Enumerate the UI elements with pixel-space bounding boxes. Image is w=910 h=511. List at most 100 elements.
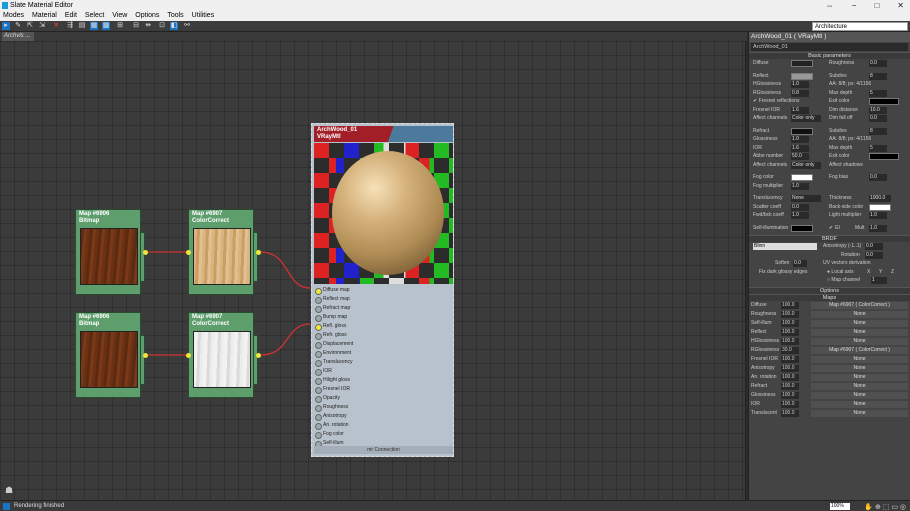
menu-select[interactable]: Select	[85, 12, 104, 19]
map-amount-spinner[interactable]: 100.0	[781, 364, 799, 372]
map-button[interactable]: None	[811, 337, 908, 345]
map-amount-spinner[interactable]: 100.0	[781, 409, 799, 417]
rollout-maps[interactable]: Maps	[749, 293, 910, 301]
refract-subdivs-spinner[interactable]: 8	[869, 127, 887, 135]
slot-an-rotation[interactable]: An. rotation	[314, 421, 453, 430]
material-node-header[interactable]: ArchWood_01 VRayMtl	[314, 126, 453, 142]
subdivs-spinner[interactable]: 8	[869, 72, 887, 80]
map-amount-spinner[interactable]: 100.0	[781, 391, 799, 399]
map-channel-spinner[interactable]: 1	[871, 277, 887, 284]
node-bitmap-2[interactable]: Map #6906 Bitmap	[75, 312, 148, 398]
node-output-tab[interactable]	[140, 335, 145, 385]
maxdepth-spinner[interactable]: 5	[869, 89, 887, 97]
refract-exit-color-swatch[interactable]	[869, 153, 899, 160]
map-amount-spinner[interactable]: 100.0	[781, 400, 799, 408]
scatter-spinner[interactable]: 0.0	[791, 203, 809, 211]
refract-maxdepth-spinner[interactable]: 5	[869, 144, 887, 152]
pin-icon[interactable]: ⇔	[826, 0, 834, 11]
map-button[interactable]: None	[811, 355, 908, 363]
slot-refl-gloss[interactable]: Refl. gloss	[314, 322, 453, 331]
put-to-scene-icon[interactable]: ⇱	[26, 22, 34, 30]
input-port[interactable]	[186, 353, 191, 358]
soften-spinner[interactable]: 0.0	[793, 260, 807, 267]
slot-refract-map[interactable]: Refract map	[314, 304, 453, 313]
slot-translucency[interactable]: Translucency	[314, 358, 453, 367]
node-canvas[interactable]: Map #6906 Bitmap Map #6907 ColorCorrect Ma…	[0, 41, 746, 500]
slot-refr-gloss[interactable]: Refr. gloss	[314, 331, 453, 340]
ior-spinner[interactable]: 1.6	[791, 144, 809, 152]
select-tool-icon[interactable]: ▸	[2, 22, 10, 30]
abbe-spinner[interactable]: 50.0	[791, 153, 809, 160]
zoom-field[interactable]: 100%	[830, 503, 850, 510]
affect-channels-dropdown[interactable]: Color only	[791, 115, 821, 122]
menu-material[interactable]: Material	[32, 12, 57, 19]
rollout-brdf[interactable]: BRDF	[749, 235, 910, 242]
brdf-type-dropdown[interactable]: Blinn	[753, 243, 817, 250]
map-amount-spinner[interactable]: 100.0	[781, 319, 799, 327]
navigator-icon[interactable]: ☗	[5, 485, 13, 496]
refract-affect-channels-dropdown[interactable]: Color only	[791, 161, 821, 169]
map-button[interactable]: None	[811, 328, 908, 336]
node-output-tab[interactable]	[140, 232, 145, 282]
map-button[interactable]: None	[811, 364, 908, 372]
slot-diffuse-map[interactable]: Diffuse map	[314, 286, 453, 295]
rollout-options[interactable]: Options	[749, 286, 910, 294]
node-output-tab[interactable]	[253, 232, 258, 282]
refract-swatch[interactable]	[791, 127, 813, 135]
slot-ior[interactable]: IOR	[314, 367, 453, 376]
map-amount-spinner[interactable]: 100.0	[781, 337, 799, 345]
slot-fog-color[interactable]: Fog color	[314, 430, 453, 439]
map-amount-spinner[interactable]: 100.0	[781, 373, 799, 381]
show-map-icon[interactable]: ▦	[90, 22, 98, 30]
diffuse-swatch[interactable]	[791, 60, 813, 67]
input-port[interactable]	[186, 250, 191, 255]
slot-reflect-map[interactable]: Reflect map	[314, 295, 453, 304]
mult-spinner[interactable]: 1.0	[869, 224, 887, 232]
map-button[interactable]: None	[811, 400, 908, 408]
output-port[interactable]	[143, 250, 148, 255]
hide-unused-icon[interactable]: ▤	[78, 22, 86, 30]
map-amount-spinner[interactable]: 30.0	[781, 346, 799, 354]
affect-shadows-checkbox[interactable]: Affect shadows	[829, 161, 863, 170]
slot-bump-map[interactable]: Bump map	[314, 313, 453, 322]
layout-all-icon[interactable]: ⊞	[116, 22, 124, 30]
layout-children-icon[interactable]: ⊟	[132, 22, 140, 30]
slot-anisotropy[interactable]: Anisotropy	[314, 412, 453, 421]
pick-material-icon[interactable]: ✎	[14, 22, 22, 30]
menu-edit[interactable]: Edit	[65, 12, 77, 19]
self-illum-swatch[interactable]	[791, 224, 813, 232]
map-amount-spinner[interactable]: 100.0	[781, 328, 799, 336]
tab-archvis[interactable]: Archvis ...	[2, 32, 34, 41]
slot-hilight-gloss[interactable]: Hilight gloss	[314, 376, 453, 385]
output-port[interactable]	[256, 250, 261, 255]
maximize-button[interactable]: □	[874, 0, 879, 11]
translucency-dropdown[interactable]: None	[791, 195, 821, 202]
map-button[interactable]: None	[811, 382, 908, 390]
roughness-spinner[interactable]: 0.0	[869, 60, 887, 67]
fog-bias-spinner[interactable]: 0.0	[869, 174, 887, 181]
show-background-icon[interactable]: ▩	[102, 22, 110, 30]
slot-environment[interactable]: Environment	[314, 349, 453, 358]
fog-multiplier-spinner[interactable]: 1.0	[791, 182, 809, 190]
map-button[interactable]: None	[811, 373, 908, 381]
axis-y-button[interactable]: Y	[879, 268, 882, 277]
map-button[interactable]: None	[811, 391, 908, 399]
rglossiness-spinner[interactable]: 0.8	[791, 89, 809, 97]
menu-options[interactable]: Options	[135, 12, 159, 19]
node-vraymtl[interactable]: ArchWood_01 VRayMtl Diffuse map Reflect …	[311, 123, 454, 457]
slot-fresnel-ior[interactable]: Fresnel IOR	[314, 385, 453, 394]
exit-color-swatch[interactable]	[869, 98, 899, 105]
map-amount-spinner[interactable]: 100.0	[781, 355, 799, 363]
move-children-icon[interactable]: ⇶	[66, 22, 74, 30]
dim-falloff-spinner[interactable]: 0.0	[869, 115, 887, 122]
output-port[interactable]	[256, 353, 261, 358]
parameter-editor-icon[interactable]: ⊡	[158, 22, 166, 30]
slot-roughness[interactable]: Roughness	[314, 403, 453, 412]
dim-distance-spinner[interactable]: 10.0	[869, 106, 887, 114]
delete-icon[interactable]: ✕	[52, 22, 60, 30]
map-button[interactable]: None	[811, 409, 908, 417]
menu-modes[interactable]: Modes	[3, 12, 24, 19]
map-button[interactable]: Map #6907 ( ColorCorrect )	[811, 346, 908, 354]
glossiness-spinner[interactable]: 1.0	[791, 136, 809, 143]
axis-z-button[interactable]: Z	[891, 268, 894, 277]
